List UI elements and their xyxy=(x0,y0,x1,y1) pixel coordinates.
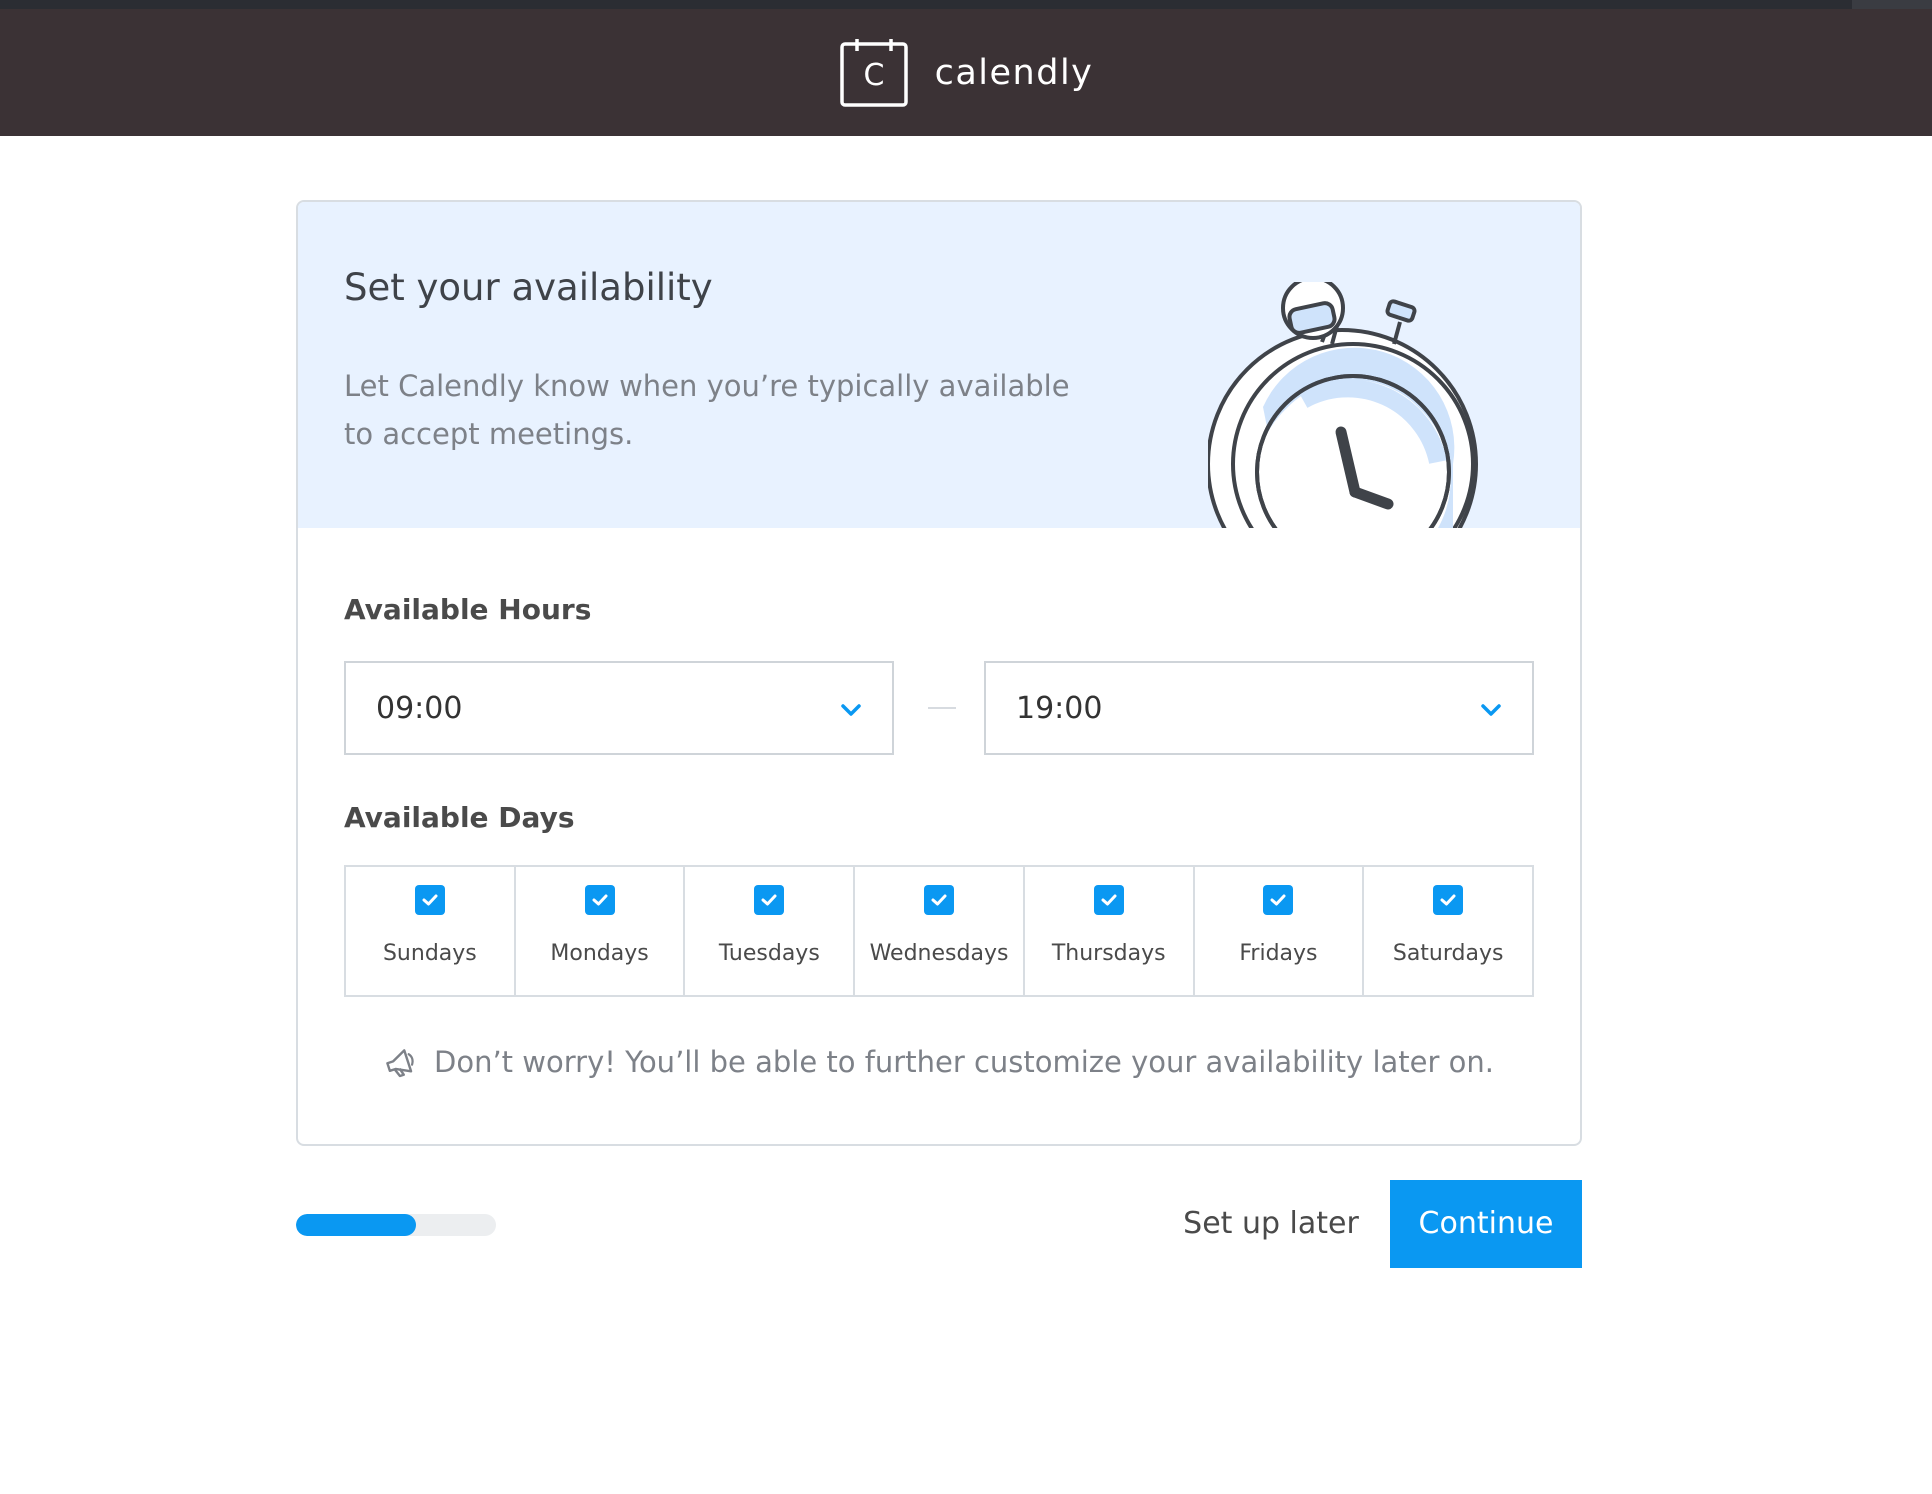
brand[interactable]: C calendly xyxy=(839,37,1094,108)
end-time-select[interactable]: 19:00 xyxy=(984,661,1534,755)
day-wednesdays[interactable]: Wednesdays xyxy=(855,867,1025,995)
window-top-bar xyxy=(0,0,1932,9)
continue-button[interactable]: Continue xyxy=(1390,1180,1582,1268)
day-label: Thursdays xyxy=(1051,941,1166,966)
progress-fill xyxy=(296,1214,416,1236)
stopwatch-illustration-icon xyxy=(1208,282,1478,528)
day-sundays[interactable]: Sundays xyxy=(346,867,516,995)
page-description: Let Calendly know when you’re typically … xyxy=(344,369,1070,451)
day-tuesdays[interactable]: Tuesdays xyxy=(685,867,856,995)
time-range-separator xyxy=(928,707,956,709)
day-thursdays[interactable]: Thursdays xyxy=(1025,867,1195,995)
day-label: Sundays xyxy=(382,941,477,966)
day-saturdays[interactable]: Saturdays xyxy=(1364,867,1532,995)
days-selector: Sundays Mondays Tuesdays Wednesdays Thur… xyxy=(344,865,1534,997)
megaphone-icon xyxy=(386,1049,414,1078)
checkbox-checked-icon[interactable] xyxy=(754,885,785,915)
window-top-bar-right xyxy=(1852,0,1932,9)
start-time-value: 09:00 xyxy=(376,690,463,726)
day-label: Fridays xyxy=(1239,941,1318,966)
set-up-later-button[interactable]: Set up later xyxy=(1176,1180,1366,1268)
checkbox-checked-icon[interactable] xyxy=(1263,885,1294,915)
app-header: C calendly xyxy=(0,9,1932,136)
available-hours-label: Available Hours xyxy=(344,593,592,626)
day-label: Tuesdays xyxy=(718,941,820,966)
chevron-down-icon xyxy=(1481,704,1501,716)
customize-notice: Don’t worry! You’ll be able to further c… xyxy=(298,1045,1580,1079)
brand-name: calendly xyxy=(934,52,1094,93)
day-label: Mondays xyxy=(550,941,649,966)
checkbox-checked-icon[interactable] xyxy=(1093,885,1124,915)
end-time-value: 19:00 xyxy=(1016,690,1103,726)
hero-panel: Set your availability Let Calendly know … xyxy=(298,202,1580,528)
checkbox-checked-icon[interactable] xyxy=(584,885,615,915)
logo-letter: C xyxy=(863,58,884,93)
calendar-logo-icon: C xyxy=(839,39,908,107)
available-days-label: Available Days xyxy=(344,801,575,834)
day-label: Saturdays xyxy=(1392,941,1504,966)
day-fridays[interactable]: Fridays xyxy=(1195,867,1365,995)
notice-text: Don’t worry! You’ll be able to further c… xyxy=(434,1045,1494,1079)
start-time-select[interactable]: 09:00 xyxy=(344,661,894,755)
page-title: Set your availability xyxy=(344,266,713,309)
checkbox-checked-icon[interactable] xyxy=(414,885,445,915)
day-mondays[interactable]: Mondays xyxy=(516,867,686,995)
onboarding-progress-bar xyxy=(296,1214,496,1236)
checkbox-checked-icon[interactable] xyxy=(1433,885,1464,915)
chevron-down-icon xyxy=(841,704,861,716)
checkbox-checked-icon[interactable] xyxy=(924,885,955,915)
day-label: Wednesdays xyxy=(869,941,1009,966)
availability-card: Set your availability Let Calendly know … xyxy=(296,200,1582,1146)
